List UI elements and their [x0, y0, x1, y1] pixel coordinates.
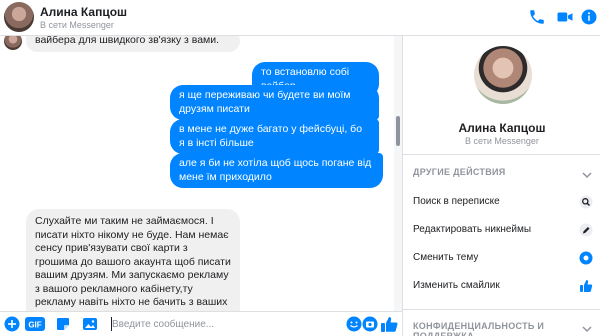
message-composer: GIF: [0, 311, 402, 336]
contact-avatar-small: [4, 36, 22, 50]
conversation-info-panel: Алина Капцош В сети Messenger ДРУГИЕ ДЕЙ…: [402, 36, 600, 336]
contact-name[interactable]: Алина Капцош: [40, 5, 127, 19]
change-theme[interactable]: Сменить тему: [413, 249, 593, 267]
camera-icon[interactable]: [362, 316, 378, 332]
message-incoming[interactable]: Слухайте ми таким не займаємося. І писат…: [26, 209, 240, 311]
conversation-header: Алина Капцош В сети Messenger: [0, 0, 600, 36]
search-in-conversation[interactable]: Поиск в переписке: [413, 193, 593, 211]
search-icon: [579, 195, 593, 209]
message-input[interactable]: [112, 315, 340, 333]
scrollbar-thumb[interactable]: [396, 116, 400, 146]
action-label: Изменить смайлик: [413, 280, 500, 291]
svg-text:GIF: GIF: [28, 321, 41, 330]
other-actions-title[interactable]: ДРУГИЕ ДЕЙСТВИЯ: [413, 167, 506, 177]
contact-status: В сети Messenger: [40, 20, 114, 30]
profile-status: В сети Messenger: [465, 136, 539, 146]
pencil-icon: [579, 223, 593, 237]
action-label: Поиск в переписке: [413, 196, 500, 207]
sticker-icon[interactable]: [55, 316, 71, 332]
emoji-icon[interactable]: [346, 316, 362, 332]
video-call-icon[interactable]: [555, 8, 573, 26]
privacy-support-title[interactable]: КОНФИДЕНЦИАЛЬНОСТЬ И ПОДДЕРЖКА: [413, 321, 600, 336]
message-incoming[interactable]: вайбера для швидкого зв'язку з вами.: [26, 36, 240, 52]
edit-nicknames[interactable]: Редактировать никнеймы: [413, 221, 593, 239]
message-outgoing[interactable]: я ще переживаю чи будете ви моїм друзям …: [170, 85, 379, 120]
profile-name[interactable]: Алина Капцош: [403, 121, 600, 135]
message-outgoing[interactable]: але я би не хотіла щоб щось погане від м…: [170, 153, 383, 188]
divider: [403, 309, 600, 310]
profile-photo[interactable]: [474, 46, 532, 104]
chat-scrollbar[interactable]: [394, 36, 402, 311]
message-outgoing[interactable]: в мене не дуже багато у фейсбуці, бо я в…: [170, 119, 379, 154]
add-icon[interactable]: [4, 316, 20, 332]
phone-icon[interactable]: [528, 8, 546, 26]
message-thread[interactable]: вайбера для швидкого зв'язку з вами. то …: [0, 36, 402, 311]
thumbs-up-icon: [579, 279, 593, 293]
action-label: Редактировать никнеймы: [413, 224, 532, 235]
theme-icon: [579, 251, 593, 265]
contact-avatar[interactable]: [4, 2, 34, 32]
photo-icon[interactable]: [82, 316, 98, 332]
gif-icon[interactable]: GIF: [25, 316, 45, 332]
info-icon[interactable]: [580, 8, 598, 26]
divider: [403, 154, 600, 155]
chevron-down-icon[interactable]: [582, 321, 592, 333]
chevron-down-icon[interactable]: [582, 167, 592, 179]
change-emoji[interactable]: Изменить смайлик: [413, 277, 593, 295]
action-label: Сменить тему: [413, 252, 479, 263]
thumbs-up-icon[interactable]: [380, 315, 398, 333]
